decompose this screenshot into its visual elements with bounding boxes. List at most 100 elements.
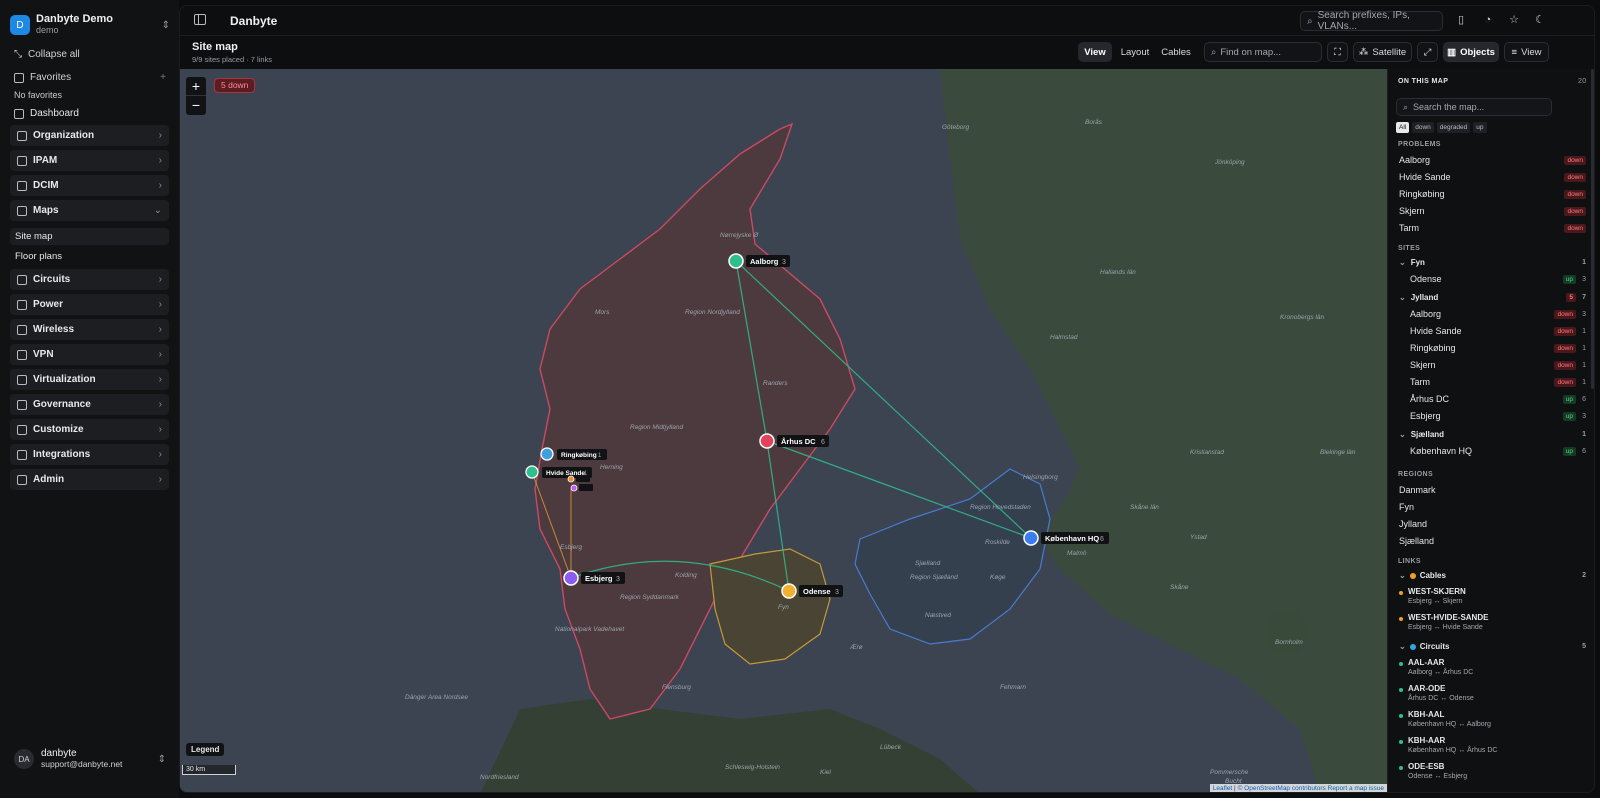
region-item[interactable]: Sjælland	[1399, 536, 1586, 546]
app-title: Danbyte	[230, 14, 278, 28]
site-item[interactable]: Århus DC up 6	[1410, 394, 1586, 404]
link-item[interactable]: AAR-ODE Århus DC ↔ Odense	[1399, 684, 1588, 702]
zoom-in-button[interactable]: +	[186, 77, 206, 96]
place-label: Borås	[1085, 118, 1103, 126]
sidebar-item-vpn[interactable]: VPN ›	[10, 344, 169, 365]
star-icon[interactable]: ☆	[1508, 14, 1520, 26]
sidebar: D Danbyte Demo demo ⇕ ⤡ Collapse all Fav…	[0, 0, 179, 798]
favorites-header[interactable]: Favorites +	[14, 72, 166, 83]
site-marker-skjern[interactable]	[567, 475, 590, 483]
site-marker-aarhus-dc[interactable]: Århus DC 6	[759, 433, 829, 449]
sidebar-item-site-map[interactable]: Site map	[10, 228, 169, 245]
link-item[interactable]: KBH-AAR København HQ ↔ Århus DC	[1399, 736, 1588, 754]
map-canvas[interactable]: Göteborg Borås Jönköping Halmstad Helsin…	[180, 69, 1387, 793]
objects-button[interactable]: ▥ Objects	[1443, 42, 1499, 62]
filter-down[interactable]: down	[1412, 122, 1434, 133]
link-item[interactable]: AAL-AAR Aalborg ↔ Århus DC	[1399, 658, 1588, 676]
panel-scrollbar[interactable]	[1591, 69, 1594, 389]
chevron-right-icon: ›	[158, 374, 162, 385]
global-search-input[interactable]: ⌕ Search prefixes, IPs, VLANs...	[1300, 10, 1443, 32]
link-item[interactable]: KBH-AAL København HQ ↔ Aalborg	[1399, 710, 1588, 728]
search-icon: ⌕	[1307, 15, 1313, 27]
site-marker-tarm[interactable]	[570, 484, 593, 492]
place-label: Region Syddanmark	[620, 594, 680, 601]
problem-item[interactable]: Ringkøbing down	[1399, 189, 1586, 199]
expand-icon: ⛶	[1334, 46, 1341, 58]
add-favorite-icon[interactable]: +	[160, 72, 166, 83]
sidebar-item-dcim[interactable]: DCIM ›	[10, 175, 169, 196]
site-map[interactable]: Göteborg Borås Jönköping Halmstad Helsin…	[180, 69, 1387, 793]
link-group-cables[interactable]: ⌄ Cables 2	[1399, 571, 1586, 580]
zoom-out-button[interactable]: −	[186, 96, 206, 115]
site-item[interactable]: Tarm down 1	[1410, 377, 1586, 387]
sidebar-item-floor-plans[interactable]: Floor plans	[10, 248, 169, 265]
link-item[interactable]: WEST-HVIDE-SANDE Esbjerg ↔ Hvide Sande	[1399, 613, 1588, 631]
legend-button[interactable]: Legend	[186, 743, 225, 756]
leaflet-link[interactable]: Leaflet	[1213, 785, 1233, 792]
sidebar-item-ipam[interactable]: IPAM ›	[10, 150, 169, 171]
view-options-button[interactable]: ≡ View	[1504, 42, 1549, 62]
workspace-switcher[interactable]: D Danbyte Demo demo ⇕	[10, 10, 170, 40]
sidebar-item-power[interactable]: Power ›	[10, 294, 169, 315]
problem-item[interactable]: Tarm down	[1399, 223, 1586, 233]
sidebar-item-wireless[interactable]: Wireless ›	[10, 319, 169, 340]
region-item[interactable]: Danmark	[1399, 485, 1586, 495]
site-group-sjaelland[interactable]: ⌄ Sjælland 1	[1399, 430, 1586, 439]
site-group-jylland[interactable]: ⌄ Jylland 5 7	[1399, 293, 1586, 302]
site-item[interactable]: Ringkøbing down 1	[1410, 343, 1586, 353]
sidebar-item-dashboard[interactable]: Dashboard	[14, 108, 79, 119]
panel-search-input[interactable]: ⌕ Search the map...	[1396, 98, 1552, 116]
sidebar-item-virtualization[interactable]: Virtualization ›	[10, 369, 169, 390]
tab-cables[interactable]: Cables	[1158, 42, 1194, 62]
sidebar-item-admin[interactable]: Admin ›	[10, 469, 169, 490]
filter-all[interactable]: All	[1396, 122, 1410, 133]
sidebar-toggle-icon[interactable]	[194, 14, 206, 25]
down-count-badge[interactable]: 5 down	[214, 78, 256, 93]
site-marker-kobenhavn-hq[interactable]: København HQ 6	[1023, 530, 1109, 546]
problem-item[interactable]: Skjern down	[1399, 206, 1586, 216]
osm-link[interactable]: © OpenStreetMap contributors	[1238, 785, 1326, 792]
sidebar-item-circuits[interactable]: Circuits ›	[10, 269, 169, 290]
site-item[interactable]: Odense up 3	[1410, 274, 1586, 284]
site-count: 6	[1582, 447, 1586, 455]
status-badge: up	[1562, 411, 1576, 421]
report-issue-link[interactable]: Report a map issue	[1328, 785, 1384, 792]
sidebar-item-integrations[interactable]: Integrations ›	[10, 444, 169, 465]
site-item[interactable]: Esbjerg up 3	[1410, 411, 1586, 421]
place-label: Blekinge län	[1320, 449, 1356, 456]
tab-view[interactable]: View	[1078, 42, 1112, 62]
region-item[interactable]: Fyn	[1399, 502, 1586, 512]
problem-item[interactable]: Hvide Sande down	[1399, 172, 1586, 182]
fit-bounds-button[interactable]: ⛶	[1327, 42, 1348, 62]
site-marker-ringkobing[interactable]: Ringkøbing 1	[540, 447, 607, 461]
satellite-button[interactable]: ⁂ Satellite	[1353, 42, 1412, 62]
sidebar-item-maps[interactable]: Maps ⌄	[10, 200, 169, 221]
brand-logo: D	[10, 15, 30, 35]
region-item[interactable]: Jylland	[1399, 519, 1586, 529]
site-item[interactable]: København HQ up 6	[1410, 446, 1586, 456]
site-item[interactable]: Skjern down 1	[1410, 360, 1586, 370]
site-marker-odense[interactable]: Odense 3	[781, 583, 843, 599]
site-marker-esbjerg[interactable]: Esbjerg 3	[563, 570, 625, 586]
site-marker-aalborg[interactable]: Aalborg 3	[728, 253, 790, 269]
sidebar-item-governance[interactable]: Governance ›	[10, 394, 169, 415]
filter-degraded[interactable]: degraded	[1436, 122, 1471, 133]
site-item[interactable]: Aalborg down 3	[1410, 309, 1586, 319]
collapse-all-button[interactable]: ⤡ Collapse all	[14, 49, 80, 60]
site-item[interactable]: Hvide Sande down 1	[1410, 326, 1586, 336]
find-on-map-input[interactable]: ⌕ Find on map...	[1204, 42, 1322, 62]
link-item[interactable]: ODE-ESB Odense ↔ Esbjerg	[1399, 762, 1588, 780]
link-group-circuits[interactable]: ⌄ Circuits 5	[1399, 642, 1586, 651]
moon-icon[interactable]: ☾	[1534, 14, 1546, 26]
sidebar-item-customize[interactable]: Customize ›	[10, 419, 169, 440]
sidebar-item-organization[interactable]: Organization ›	[10, 125, 169, 146]
link-item[interactable]: WEST-SKJERN Esbjerg ↔ Skjern	[1399, 587, 1588, 605]
site-group-fyn[interactable]: ⌄ Fyn 1	[1399, 258, 1586, 267]
filter-up[interactable]: up	[1473, 122, 1487, 133]
problem-item[interactable]: Aalborg down	[1399, 155, 1586, 165]
user-menu[interactable]: DA danbyte support@danbyte.net ⇕	[14, 746, 166, 772]
fullscreen-button[interactable]: ⤢	[1417, 42, 1438, 62]
tab-layout[interactable]: Layout	[1116, 42, 1154, 62]
bell-icon[interactable]: ◔	[1482, 14, 1494, 26]
book-icon[interactable]: ▯	[1455, 14, 1467, 26]
